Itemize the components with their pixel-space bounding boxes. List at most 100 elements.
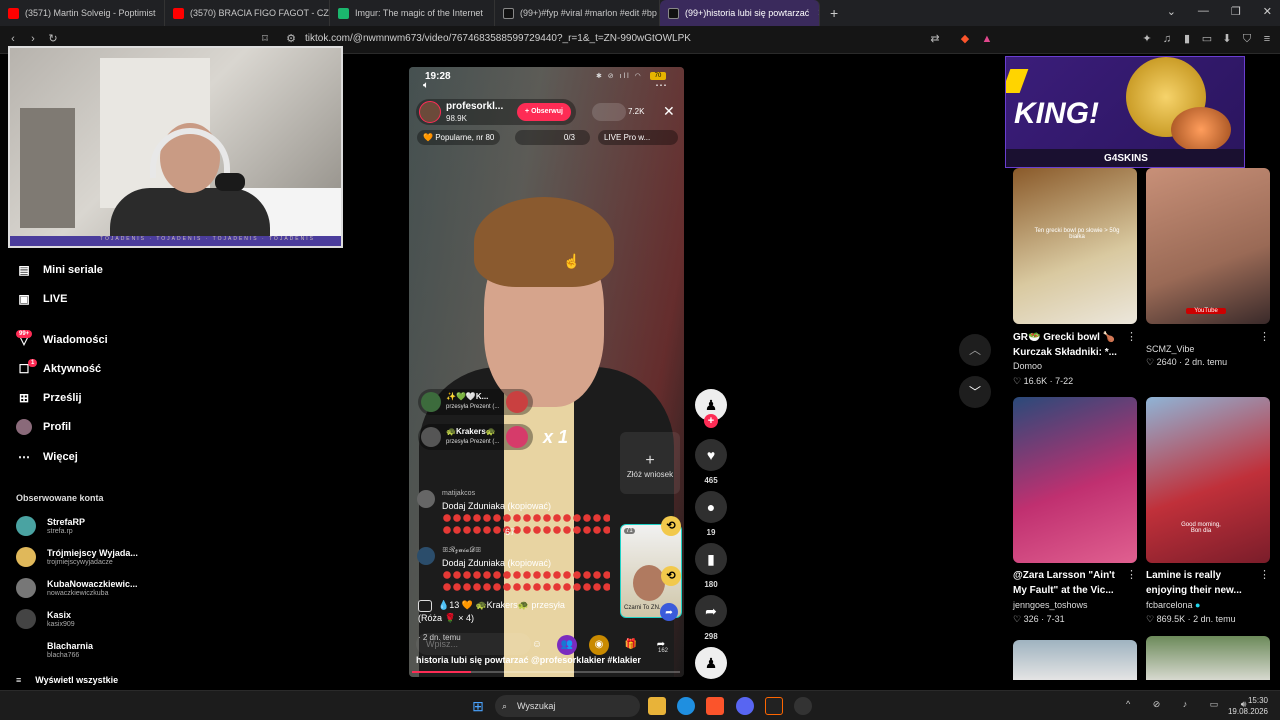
tab-youtube-2[interactable]: (3570) BRACIA FIGO FAGOT - CZY KO [165, 0, 330, 26]
brave-shield-icon[interactable]: ◆ [958, 32, 972, 46]
emoji-icon[interactable]: ☺ [527, 635, 547, 655]
brave-icon[interactable] [706, 697, 724, 715]
close-window-icon[interactable]: ✕ [1263, 5, 1272, 18]
more-options-icon[interactable]: ⋮ [1126, 330, 1137, 343]
volume-icon[interactable]: 🔈︎ [423, 80, 429, 91]
sidebar-item-more[interactable]: ⋯ Więcej [16, 449, 78, 465]
media-icon[interactable]: ♫ [1160, 32, 1174, 46]
followed-account[interactable]: StrefaRP strefa.rp [16, 516, 85, 536]
restore-icon[interactable]: ❐ [1231, 5, 1241, 18]
followed-account[interactable]: Trójmiejscy Wyjada... trojmiejscywyjadacz… [16, 547, 138, 567]
tab-imgur[interactable]: Imgur: The magic of the Internet [330, 0, 495, 26]
video-progress-bar[interactable] [412, 671, 680, 673]
sound-disc-icon[interactable]: ♟ [695, 647, 727, 679]
account-handle: kasix909 [47, 621, 75, 628]
windows-start-icon[interactable]: ⊞ [469, 697, 487, 715]
comment-icon[interactable]: ● [695, 491, 727, 523]
report-request-button[interactable]: + Złóż wniosek [620, 432, 680, 494]
system-clock[interactable]: 15:30 19.08.2026 [1228, 695, 1268, 717]
bookmark-icon[interactable]: ⌑ [258, 32, 272, 46]
followed-account[interactable]: KubaNowaczkiewic... nowaczkiewiczkuba [16, 578, 138, 598]
co-host-count: 71 [624, 528, 635, 534]
coin-image [1171, 107, 1231, 152]
file-explorer-icon[interactable] [648, 697, 666, 715]
wallet-icon[interactable]: ▭ [1200, 32, 1214, 46]
followed-account[interactable]: Blacharnia blacha766 [16, 640, 93, 660]
people-icon[interactable]: 👥 [557, 635, 577, 655]
repost-icon[interactable]: ⟲ [661, 566, 681, 586]
sidebar-item-live[interactable]: ▣ LIVE [16, 291, 67, 307]
bookmark-icon[interactable]: ▮ [695, 543, 727, 575]
more-icon: ⋯ [18, 450, 30, 464]
back-icon[interactable]: ‹ [6, 32, 20, 46]
chat-input[interactable] [416, 633, 531, 655]
download-icon[interactable]: ⬇ [1220, 32, 1234, 46]
top-viewers-avatars[interactable] [592, 103, 626, 121]
sidebar-item-upload[interactable]: ⊞ Prześlij [16, 390, 82, 406]
reload-icon[interactable]: ↻ [46, 32, 60, 46]
gift-icon[interactable]: 🎁 [621, 635, 641, 655]
sidebar-item-profile[interactable]: Profil [16, 419, 71, 435]
more-options-icon[interactable]: ⋮ [1126, 568, 1137, 581]
extensions-icon[interactable]: ✦ [1140, 32, 1154, 46]
coin-icon[interactable]: ◉ [589, 635, 609, 655]
popularity-rank[interactable]: 🧡 Popularne, nr 80 [417, 130, 501, 145]
video-thumbnail[interactable]: Ten grecki bowl po słowie > 50g białka [1013, 168, 1137, 324]
avatar [16, 609, 36, 629]
share-icon[interactable]: ➦ [695, 595, 727, 627]
video-thumbnail[interactable]: YouTube [1146, 168, 1270, 324]
tab-tiktok-1[interactable]: (99+)#fyp #viral #marlon #edit #bp [495, 0, 660, 26]
sidebar-icon[interactable]: ▮ [1180, 32, 1194, 46]
site-info-icon[interactable]: ⚙ [284, 32, 298, 46]
video-author[interactable]: Domoo [1013, 361, 1042, 371]
followed-account[interactable]: Kasix kasix909 [16, 609, 75, 629]
steam-icon[interactable] [794, 697, 812, 715]
pk-battle-score[interactable]: 0/3 [515, 130, 590, 145]
see-all-link[interactable]: ≡ Wyświetl wszystkie [16, 675, 118, 685]
new-tab-button[interactable]: + [820, 5, 848, 21]
avatar [417, 547, 435, 565]
video-thumbnail[interactable] [1013, 640, 1137, 680]
more-options-icon[interactable]: ⋮ [1259, 330, 1270, 343]
video-thumbnail[interactable] [1013, 397, 1137, 563]
chat-comment: ꕥ𝓡𝔃𝓾𝓲𝓪𝓓ꕥ Dodaj Zduniaka (kopiować) [417, 547, 610, 593]
tab-tiktok-active[interactable]: (99+)historia lubi się powtarzać✕ [660, 0, 820, 26]
translate-icon[interactable]: ⇄ [928, 32, 942, 46]
more-options-icon[interactable]: ⋯ [655, 78, 667, 92]
follow-plus-icon[interactable]: + [704, 414, 718, 428]
host-name[interactable]: profesorkl... [446, 101, 503, 112]
more-options-icon[interactable]: ⋮ [1259, 568, 1270, 581]
video-author[interactable]: SCMZ_Vibe [1146, 344, 1194, 354]
edge-icon[interactable] [677, 697, 695, 715]
gift-combo-counter: x 1 [543, 427, 569, 447]
sidebar-item-mini-seriale[interactable]: ▤ Mini seriale [16, 262, 103, 278]
brave-rewards-icon[interactable]: ▲ [980, 32, 994, 46]
host-avatar[interactable] [419, 101, 441, 123]
vpn-icon[interactable]: ⛉ [1240, 32, 1254, 46]
chevron-down-icon[interactable]: ⌄ [1167, 5, 1176, 18]
video-meta: ♡ 326 · 7-31 [1013, 614, 1065, 624]
video-author-row[interactable]: fcbarcelona ● [1146, 600, 1200, 610]
forward-icon[interactable]: › [26, 32, 40, 46]
repost-icon[interactable]: ⟲ [661, 516, 681, 536]
video-thumbnail[interactable]: Good morning, Bon dia [1146, 397, 1270, 563]
close-icon[interactable]: ✕ [663, 103, 675, 120]
taskbar-search[interactable]: ⌕ Wyszukaj [495, 695, 640, 717]
obs-icon[interactable] [765, 697, 783, 715]
previous-video-button[interactable]: ︿ [959, 334, 991, 366]
menu-icon[interactable]: ≡ [1260, 32, 1274, 46]
next-video-button[interactable]: ﹀ [959, 376, 991, 408]
tab-youtube-1[interactable]: (3571) Martin Solveig - Poptimist [0, 0, 165, 26]
url-field[interactable]: tiktok.com/@nwmnwm673/video/767468358859… [305, 33, 691, 44]
follow-button[interactable]: + Obserwuj [517, 103, 571, 121]
share-arrow-icon[interactable]: ➦ [660, 603, 678, 621]
discord-icon[interactable] [736, 697, 754, 715]
upload-icon: ⊞ [18, 391, 30, 405]
heart-icon[interactable]: ♥ [695, 439, 727, 471]
live-chat-input[interactable] [416, 633, 531, 655]
ad-banner[interactable]: KING! G4SKINS [1005, 56, 1245, 168]
video-thumbnail[interactable] [1146, 636, 1270, 680]
minimize-icon[interactable]: — [1198, 5, 1209, 18]
live-pro-badge[interactable]: LIVE Pro w... [598, 130, 678, 145]
video-author[interactable]: jenngoes_toshows [1013, 600, 1088, 610]
